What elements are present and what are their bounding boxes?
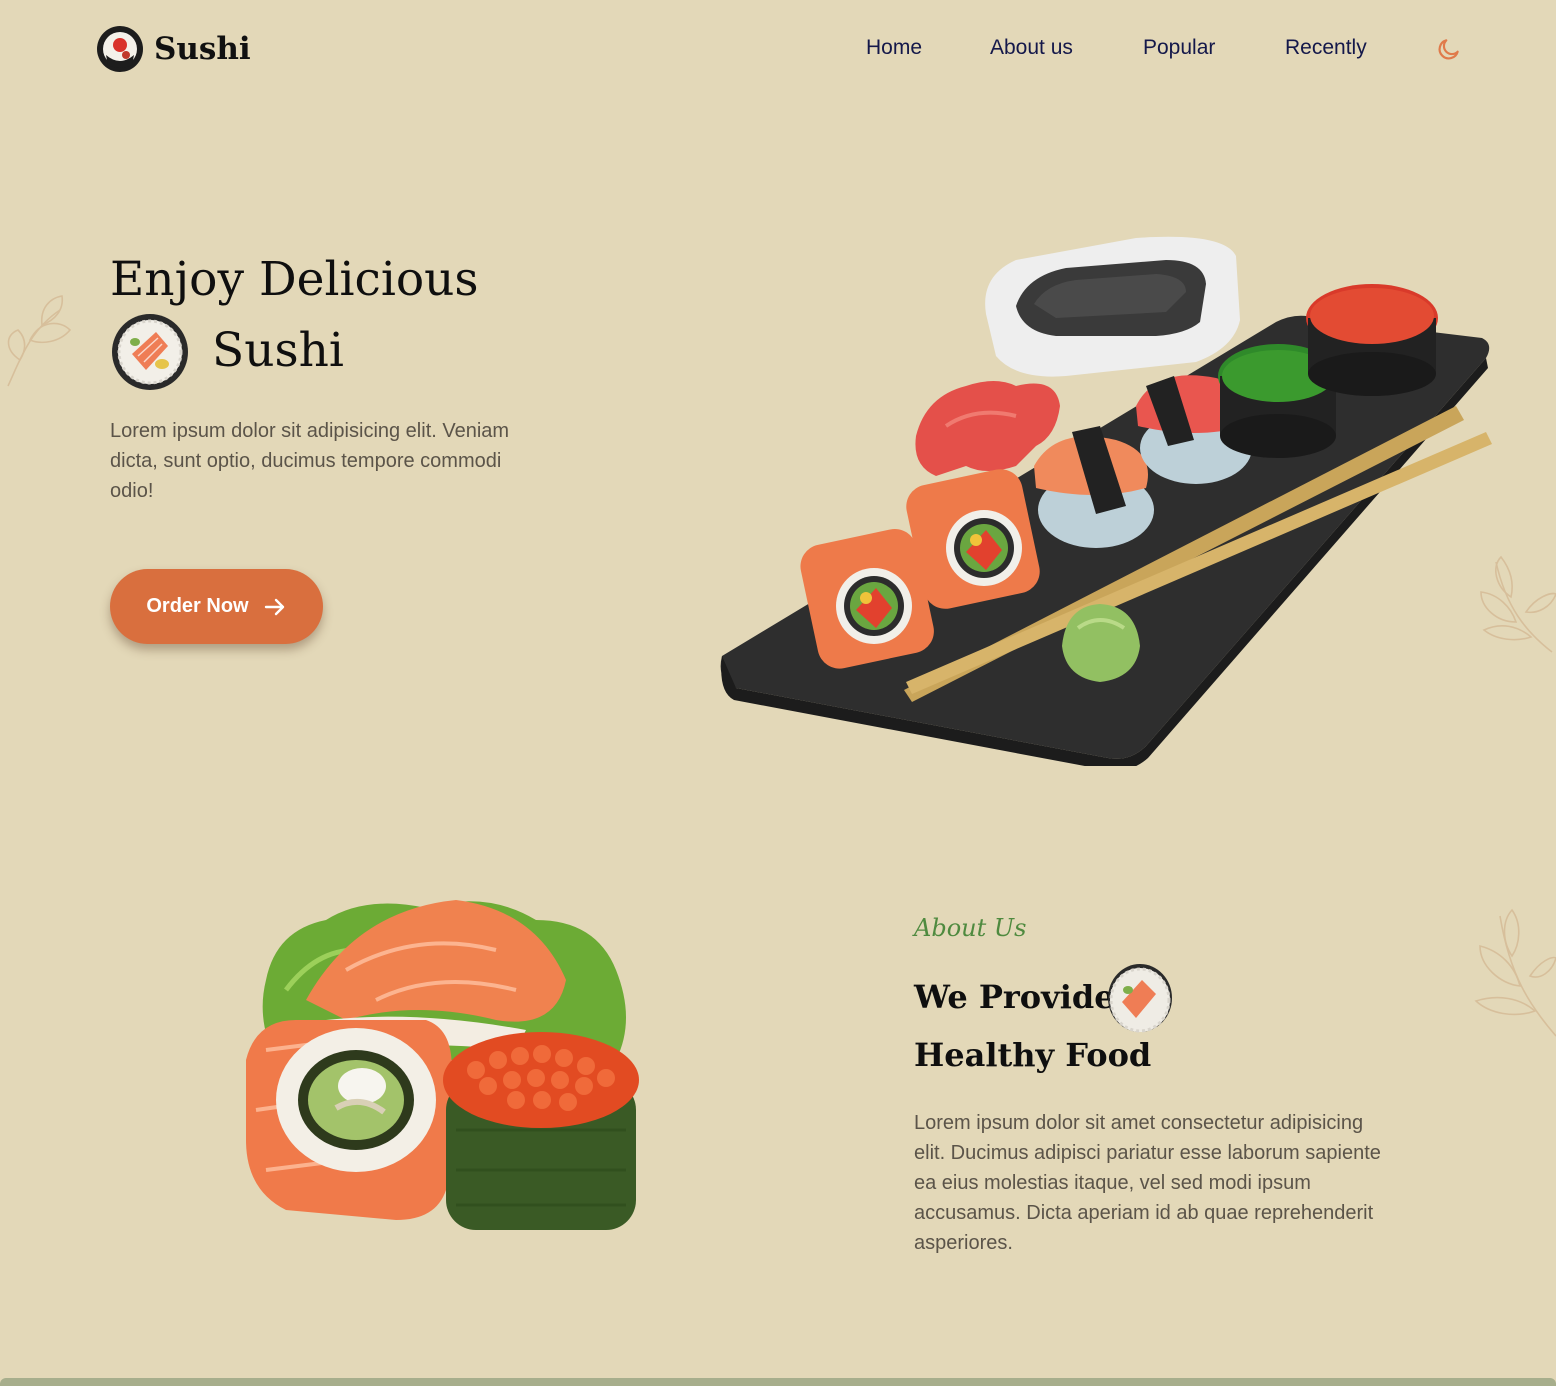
sushi-roll-icon xyxy=(1108,964,1172,1033)
sushi-board-image xyxy=(720,236,1492,766)
sushi-roll-icon xyxy=(112,314,188,390)
next-section-edge xyxy=(0,1378,1556,1386)
order-now-label: Order Now xyxy=(146,595,249,617)
about-title-line2: Healthy Food xyxy=(914,1036,1152,1074)
nav-home[interactable]: Home xyxy=(866,36,922,60)
order-now-button[interactable]: Order Now xyxy=(110,569,323,644)
nav-popular[interactable]: Popular xyxy=(1143,36,1215,60)
hero-title-line2: Sushi xyxy=(212,323,344,378)
sushi-combo-image xyxy=(246,900,639,1230)
about-description: Lorem ipsum dolor sit amet consectetur a… xyxy=(914,1112,1381,1254)
about-title-line1: We Provide xyxy=(914,978,1115,1016)
arrow-right-icon xyxy=(264,598,284,615)
site-header: Sushi Home About us Popular Recently xyxy=(0,0,1556,100)
hero-title-line1: Enjoy Delicious xyxy=(110,252,479,307)
leaf-decoration-icon xyxy=(7,295,72,387)
leaf-decoration-icon xyxy=(1474,908,1556,1037)
hero-description: Lorem ipsum dolor sit adipisicing elit. … xyxy=(110,420,510,502)
main-nav: Home About us Popular Recently xyxy=(0,36,1556,66)
moon-icon[interactable] xyxy=(1436,36,1462,62)
nav-about-us[interactable]: About us xyxy=(990,36,1073,60)
nav-recently[interactable]: Recently xyxy=(1285,36,1367,60)
about-tag: About Us xyxy=(914,914,1027,942)
